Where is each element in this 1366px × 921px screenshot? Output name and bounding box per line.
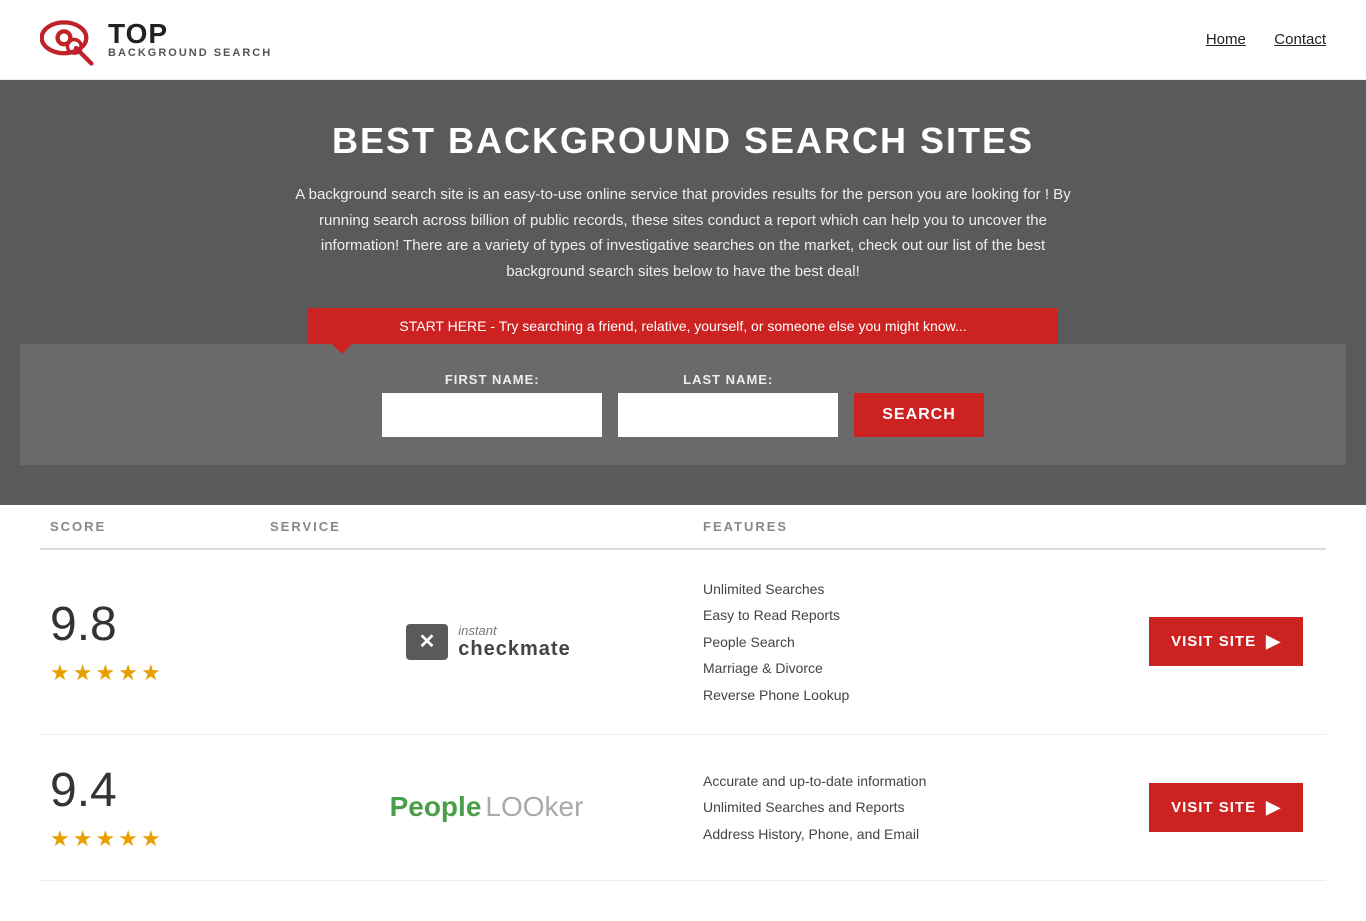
feature-2-2: Unlimited Searches and Reports [703,796,1136,818]
peoplelooker-logo: People LOOker [390,791,584,823]
score-number-2: 9.4 [50,763,117,818]
logo-text: TOP BACKGROUND SEARCH [108,20,272,59]
feature-2-1: Accurate and up-to-date information [703,770,1136,792]
star-2-5: ★ [141,826,161,852]
first-name-label: FIRST NAME: [382,372,602,387]
feature-2-3: Address History, Phone, and Email [703,823,1136,845]
star-2-2: ★ [73,826,93,852]
stars-1: ★ ★ ★ ★ ★ [50,660,161,686]
feature-1-3: People Search [703,631,1136,653]
last-name-label: LAST NAME: [618,372,838,387]
star-2: ★ [73,660,93,686]
score-number-1: 9.8 [50,597,117,652]
looker-text: LOOker [485,791,583,823]
features-cell-1: Unlimited Searches Easy to Read Reports … [703,578,1136,706]
people-text: People [390,791,482,823]
visit-button-1-label: VISIT SITE [1171,633,1256,650]
header-service: SERVICE [270,519,703,534]
service-cell-1: ✕ instant checkmate [270,620,703,664]
features-cell-2: Accurate and up-to-date information Unli… [703,770,1136,845]
feature-1-2: Easy to Read Reports [703,604,1136,626]
header-features: FEATURES [703,519,1136,534]
visit-cell-1: VISIT SITE ▶ [1136,617,1316,666]
feature-1-4: Marriage & Divorce [703,657,1136,679]
visit-cell-2: VISIT SITE ▶ [1136,783,1316,832]
logo-top-text: TOP [108,20,272,48]
stars-2: ★ ★ ★ ★ ★ [50,826,161,852]
search-form: FIRST NAME: LAST NAME: SEARCH [40,372,1326,437]
nav-contact[interactable]: Contact [1274,31,1326,48]
first-name-input[interactable] [382,393,602,437]
hero-section: BEST BACKGROUND SEARCH SITES A backgroun… [0,80,1366,505]
checkmate-text: instant checkmate [458,624,570,660]
search-form-area: FIRST NAME: LAST NAME: SEARCH [20,344,1346,465]
star-1: ★ [50,660,70,686]
nav: Home Contact [1182,31,1326,49]
logo-icon [40,12,100,67]
visit-button-2-label: VISIT SITE [1171,799,1256,816]
table-row: 9.4 ★ ★ ★ ★ ★ People LOOker Accurate and… [40,735,1326,881]
first-name-group: FIRST NAME: [382,372,602,437]
star-3: ★ [95,660,115,686]
feature-1-1: Unlimited Searches [703,578,1136,600]
nav-home[interactable]: Home [1206,31,1246,48]
results-section: SCORE SERVICE FEATURES 9.8 ★ ★ ★ ★ ★ ✕ [0,505,1366,921]
service-cell-2: People LOOker [270,791,703,823]
search-banner-text: START HERE - Try searching a friend, rel… [399,318,966,334]
checkmate-logo-icon: ✕ [402,620,452,664]
star-2-1: ★ [50,826,70,852]
checkmate-logo: ✕ instant checkmate [402,620,570,664]
visit-button-1[interactable]: VISIT SITE ▶ [1149,617,1303,666]
visit-arrow-2: ▶ [1266,797,1281,818]
header: TOP BACKGROUND SEARCH Home Contact [0,0,1366,80]
logo-sub-text: BACKGROUND SEARCH [108,48,272,59]
page-title: BEST BACKGROUND SEARCH SITES [20,120,1346,162]
logo: TOP BACKGROUND SEARCH [40,12,272,67]
svg-text:✕: ✕ [419,631,436,653]
score-cell-1: 9.8 ★ ★ ★ ★ ★ [50,597,270,686]
visit-arrow-1: ▶ [1266,631,1281,652]
visit-button-2[interactable]: VISIT SITE ▶ [1149,783,1303,832]
search-banner: START HERE - Try searching a friend, rel… [308,308,1058,344]
table-header: SCORE SERVICE FEATURES [40,505,1326,550]
star-2-4: ★ [118,826,138,852]
hero-description: A background search site is an easy-to-u… [293,182,1073,284]
header-action [1136,519,1316,534]
star-2-3: ★ [95,826,115,852]
star-4: ★ [118,660,138,686]
score-cell-2: 9.4 ★ ★ ★ ★ ★ [50,763,270,852]
last-name-input[interactable] [618,393,838,437]
search-button[interactable]: SEARCH [854,393,984,437]
star-5: ★ [141,660,161,686]
feature-1-5: Reverse Phone Lookup [703,684,1136,706]
header-score: SCORE [50,519,270,534]
table-row: 9.8 ★ ★ ★ ★ ★ ✕ instant checkmate [40,550,1326,735]
checkmate-name: checkmate [458,638,570,660]
last-name-group: LAST NAME: [618,372,838,437]
checkmate-instant: instant [458,624,570,638]
